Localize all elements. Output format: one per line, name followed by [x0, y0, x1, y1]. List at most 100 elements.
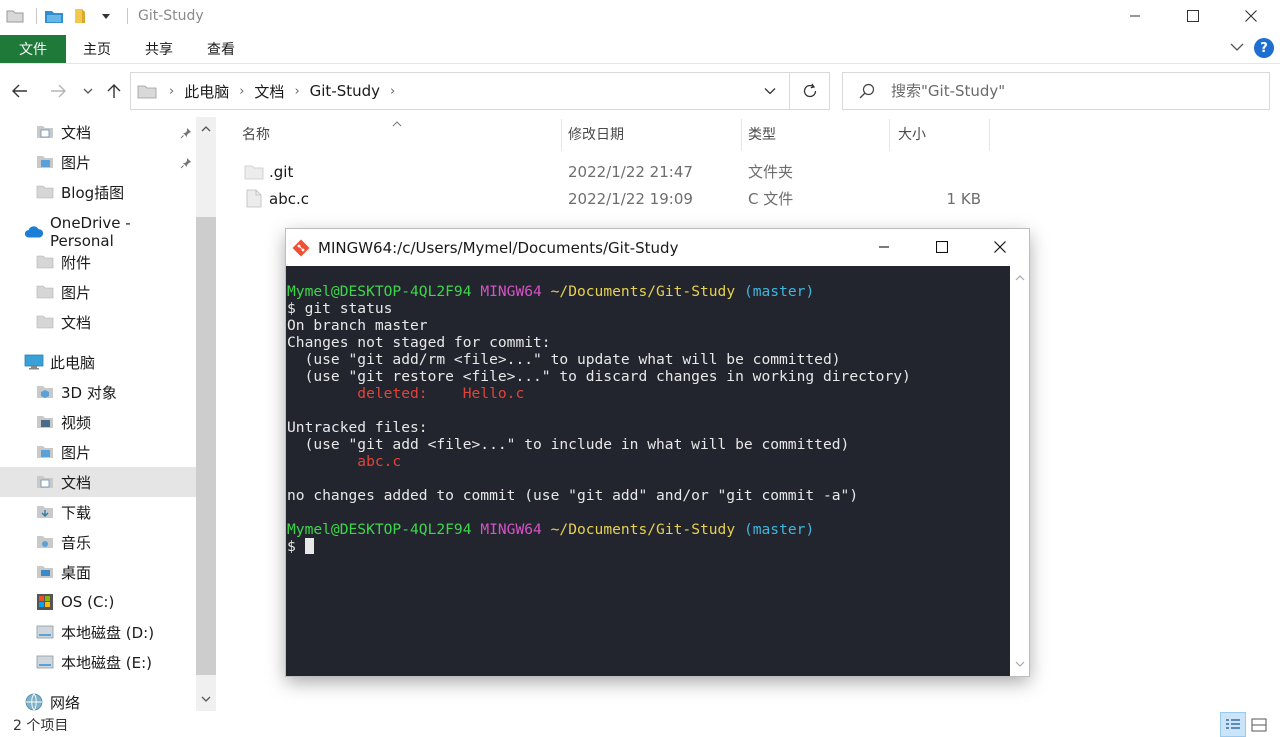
recent-locations-chevron-icon[interactable] [80, 78, 96, 104]
back-arrow-icon[interactable] [8, 78, 32, 104]
terminal-title-bar[interactable]: MINGW64:/c/Users/Mymel/Documents/Git-Stu… [286, 229, 1029, 266]
terminal-maximize-button[interactable] [913, 229, 971, 265]
terminal-scrollbar[interactable] [1010, 266, 1029, 676]
address-history-chevron-icon[interactable] [751, 73, 789, 109]
nav-pane-scrollbar[interactable] [196, 117, 216, 711]
up-arrow-icon[interactable] [104, 78, 124, 104]
command-line: $ git status [287, 300, 393, 317]
nav-item-label: 本地磁盘 (E:) [61, 653, 153, 672]
nav-item-label: 此电脑 [50, 353, 96, 372]
breadcrumb-git-study[interactable]: Git-Study [306, 82, 384, 100]
tab-home[interactable]: 主页 [66, 35, 128, 63]
prompt-user: Mymel@DESKTOP-4QL2F94 [287, 283, 472, 300]
column-divider[interactable] [989, 119, 990, 151]
nav-item-videos[interactable]: 视频 [0, 407, 196, 437]
input-line[interactable]: $ [287, 538, 314, 555]
window-title: Git-Study [138, 8, 204, 24]
scroll-up-arrow-icon[interactable] [1010, 268, 1029, 288]
qat-separator [127, 8, 128, 24]
properties-icon[interactable] [43, 5, 65, 27]
maximize-button[interactable] [1164, 0, 1222, 32]
minimize-button[interactable] [1106, 0, 1164, 32]
nav-item-blog-images[interactable]: Blog插图 [0, 177, 196, 207]
text-cursor [304, 538, 314, 554]
breadcrumb-separator-icon[interactable]: › [233, 84, 250, 99]
nav-item-pictures[interactable]: 图片 [0, 437, 196, 467]
nav-item-label: 3D 对象 [61, 383, 117, 402]
git-bash-window[interactable]: MINGW64:/c/Users/Mymel/Documents/Git-Stu… [286, 229, 1029, 676]
details-view-icon[interactable] [1220, 712, 1246, 737]
terminal-title: MINGW64:/c/Users/Mymel/Documents/Git-Stu… [318, 238, 679, 257]
onedrive-cloud-icon [24, 223, 44, 241]
tab-share[interactable]: 共享 [128, 35, 190, 63]
nav-item-onedrive-pictures[interactable]: 图片 [0, 277, 196, 307]
column-divider[interactable] [889, 119, 890, 151]
nav-item-onedrive-documents[interactable]: 文档 [0, 307, 196, 337]
nav-item-drive-c[interactable]: OS (C:) [0, 587, 196, 617]
nav-item-3d-objects[interactable]: 3D 对象 [0, 377, 196, 407]
terminal-minimize-button[interactable] [855, 229, 913, 265]
refresh-button[interactable] [789, 73, 829, 109]
nav-item-documents-quick[interactable]: 文档 [0, 117, 196, 147]
column-header-name[interactable]: 名称 [242, 117, 270, 151]
search-box[interactable] [842, 72, 1270, 110]
window-menu-folder-icon[interactable] [4, 5, 26, 27]
file-row[interactable]: abc.c 2022/1/22 19:09 C 文件 1 KB [232, 185, 992, 212]
column-header-size[interactable]: 大小 [898, 117, 926, 151]
nav-item-downloads[interactable]: 下载 [0, 497, 196, 527]
folder-icon [35, 313, 55, 331]
scroll-down-arrow-icon[interactable] [1010, 654, 1029, 674]
nav-item-label: OneDrive - Personal [50, 214, 131, 250]
scrollbar-thumb[interactable] [196, 217, 216, 675]
address-bar[interactable]: › 此电脑 › 文档 › Git-Study › [130, 72, 830, 110]
breadcrumb-separator-icon[interactable]: › [384, 84, 401, 99]
prompt-path: ~/Documents/Git-Study [550, 283, 736, 300]
pin-icon[interactable] [180, 155, 192, 173]
output-line: Untracked files: [287, 419, 428, 436]
file-size: 1 KB [946, 189, 981, 208]
column-header-type[interactable]: 类型 [748, 117, 776, 151]
scroll-down-arrow-icon[interactable] [196, 689, 216, 709]
folder-icon [35, 283, 55, 301]
prompt-env: MINGW64 [480, 521, 542, 538]
nav-item-pictures-quick[interactable]: 图片 [0, 147, 196, 177]
tab-file[interactable]: 文件 [0, 34, 66, 63]
prompt-line: Mymel@DESKTOP-4QL2F94 MINGW64 ~/Document… [287, 283, 814, 300]
breadcrumb-separator-icon[interactable]: › [163, 84, 180, 99]
nav-item-documents[interactable]: 文档 [0, 467, 196, 497]
documents-icon [35, 473, 55, 491]
help-icon[interactable]: ? [1254, 38, 1274, 58]
close-button[interactable] [1222, 0, 1280, 32]
column-divider[interactable] [561, 119, 562, 151]
pin-icon[interactable] [180, 125, 192, 143]
nav-item-music[interactable]: 音乐 [0, 527, 196, 557]
search-input[interactable] [891, 82, 1251, 100]
new-folder-icon[interactable] [69, 5, 91, 27]
folder-icon [35, 253, 55, 271]
nav-item-this-pc[interactable]: 此电脑 [0, 347, 196, 377]
expand-ribbon-chevron-icon[interactable] [1230, 40, 1244, 56]
large-icons-view-icon[interactable] [1246, 712, 1272, 737]
breadcrumb-separator-icon[interactable]: › [288, 84, 305, 99]
nav-item-label: 网络 [50, 693, 81, 712]
pictures-icon [35, 443, 55, 461]
terminal-close-button[interactable] [971, 229, 1029, 265]
breadcrumb-documents[interactable]: 文档 [250, 81, 288, 102]
scroll-up-arrow-icon[interactable] [196, 119, 216, 139]
nav-item-label: OS (C:) [61, 593, 115, 611]
customize-qat-dropdown-icon[interactable] [95, 5, 117, 27]
file-row[interactable]: .git 2022/1/22 21:47 文件夹 [232, 158, 992, 185]
nav-item-drive-d[interactable]: 本地磁盘 (D:) [0, 617, 196, 647]
breadcrumb-this-pc[interactable]: 此电脑 [180, 81, 233, 102]
column-header-modified[interactable]: 修改日期 [568, 117, 624, 151]
drive-icon [35, 653, 55, 671]
terminal-output[interactable]: Mymel@DESKTOP-4QL2F94 MINGW64 ~/Document… [286, 266, 1010, 676]
nav-item-attachments[interactable]: 附件 [0, 247, 196, 277]
nav-item-drive-e[interactable]: 本地磁盘 (E:) [0, 647, 196, 677]
search-icon [843, 83, 891, 99]
tab-view[interactable]: 查看 [190, 35, 252, 63]
forward-arrow-icon[interactable] [46, 78, 70, 104]
nav-item-desktop[interactable]: 桌面 [0, 557, 196, 587]
column-divider[interactable] [741, 119, 742, 151]
nav-item-onedrive[interactable]: OneDrive - Personal [0, 214, 196, 250]
